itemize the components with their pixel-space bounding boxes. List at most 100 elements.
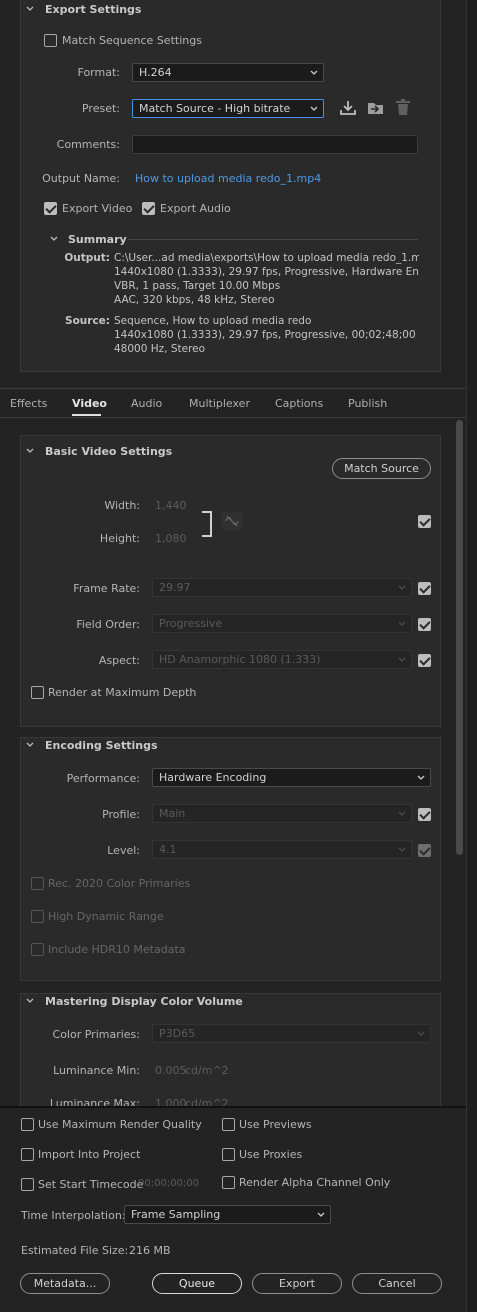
level-checkbox[interactable] <box>418 844 431 857</box>
tab-audio[interactable]: Audio <box>131 397 162 410</box>
color-primaries-value: P3D65 <box>159 1027 196 1040</box>
format-value: H.264 <box>139 66 172 79</box>
import-preset-icon[interactable] <box>366 100 386 119</box>
render-alpha-checkbox[interactable] <box>222 1176 235 1189</box>
format-dropdown[interactable]: H.264 <box>132 63 324 82</box>
match-sequence-label: Match Sequence Settings <box>62 34 202 47</box>
hdr10-checkbox[interactable] <box>31 943 44 956</box>
luminance-min-value[interactable]: 0.005 <box>155 1064 187 1077</box>
chevron-down-icon[interactable] <box>26 5 34 13</box>
summary-title: Summary <box>68 233 127 246</box>
level-dropdown[interactable]: 4.1 <box>152 840 412 859</box>
frame-rate-checkbox[interactable] <box>418 582 431 595</box>
tab-captions[interactable]: Captions <box>275 397 323 410</box>
time-interp-dropdown[interactable]: Frame Sampling <box>124 1205 331 1224</box>
chevron-down-icon[interactable] <box>50 235 58 243</box>
tab-effects[interactable]: Effects <box>10 397 47 410</box>
hdr10-label: Include HDR10 Metadata <box>48 943 186 956</box>
basic-video-title: Basic Video Settings <box>45 445 173 458</box>
aspect-value: HD Anamorphic 1080 (1.333) <box>159 653 321 666</box>
start-timecode-value[interactable]: 00;00;00;00 <box>138 1178 199 1189</box>
chevron-down-icon <box>398 657 406 664</box>
save-preset-icon[interactable] <box>339 100 357 119</box>
tab-multiplexer[interactable]: Multiplexer <box>189 397 250 410</box>
chevron-down-icon <box>317 1212 325 1219</box>
luminance-min-unit: cd/m^2 <box>185 1064 229 1077</box>
set-start-timecode-checkbox[interactable] <box>21 1178 34 1191</box>
export-settings-title: Export Settings <box>45 3 142 16</box>
use-previews-checkbox[interactable] <box>222 1118 235 1131</box>
summary-source-line: 48000 Hz, Stereo <box>114 343 206 355</box>
export-video-checkbox[interactable] <box>44 202 57 215</box>
chevron-down-icon <box>398 621 406 628</box>
summary-output-line: AAC, 320 kbps, 48 kHz, Stereo <box>114 294 275 306</box>
hdr-checkbox[interactable] <box>31 910 44 923</box>
comments-field[interactable] <box>132 135 418 154</box>
right-edge-strip <box>466 0 477 1312</box>
use-proxies-checkbox[interactable] <box>222 1148 235 1161</box>
preset-label: Preset: <box>81 102 120 115</box>
aspect-checkbox[interactable] <box>418 654 431 667</box>
output-name-label: Output Name: <box>42 172 120 185</box>
preset-dropdown[interactable]: Match Source - High bitrate <box>132 99 324 118</box>
frame-rate-dropdown[interactable]: 29.97 <box>152 578 412 597</box>
time-interp-label: Time Interpolation: <box>21 1209 126 1222</box>
use-max-render-label: Use Maximum Render Quality <box>38 1118 202 1131</box>
hdr-label: High Dynamic Range <box>48 910 164 923</box>
performance-dropdown[interactable]: Hardware Encoding <box>152 768 431 787</box>
dimension-link-bracket <box>202 511 212 537</box>
tab-video[interactable]: Video <box>72 397 107 410</box>
field-order-checkbox[interactable] <box>418 618 431 631</box>
est-size-value: 216 MB <box>129 1244 171 1257</box>
summary-divider <box>128 239 418 240</box>
profile-checkbox[interactable] <box>418 808 431 821</box>
match-source-button[interactable]: Match Source <box>332 458 431 479</box>
aspect-dropdown[interactable]: HD Anamorphic 1080 (1.333) <box>152 650 412 669</box>
color-primaries-dropdown[interactable]: P3D65 <box>152 1024 431 1043</box>
unlink-icon[interactable] <box>222 512 242 533</box>
set-start-timecode-label: Set Start Timecode <box>38 1178 144 1191</box>
chevron-down-icon[interactable] <box>26 447 34 455</box>
match-sequence-checkbox[interactable] <box>44 34 57 47</box>
aspect-label: Aspect: <box>98 654 140 667</box>
est-size-label: Estimated File Size: <box>21 1244 129 1257</box>
performance-value: Hardware Encoding <box>159 771 267 784</box>
width-height-checkbox[interactable] <box>418 515 431 528</box>
mastering-title: Mastering Display Color Volume <box>45 995 243 1008</box>
output-name-link[interactable]: How to upload media redo_1.mp4 <box>135 172 321 185</box>
chevron-down-icon[interactable] <box>26 997 34 1005</box>
tab-video-underline <box>72 414 101 416</box>
chevron-down-icon <box>417 1031 425 1038</box>
delete-preset-icon[interactable] <box>395 99 411 119</box>
chevron-down-icon <box>398 847 406 854</box>
metadata-button[interactable]: Metadata... <box>20 1273 110 1294</box>
render-max-depth-checkbox[interactable] <box>31 686 44 699</box>
level-value: 4.1 <box>159 843 177 856</box>
width-value[interactable]: 1,440 <box>155 499 187 512</box>
chevron-down-icon[interactable] <box>26 741 34 749</box>
mastering-panel <box>20 993 441 1113</box>
scrollbar-thumb[interactable] <box>456 420 463 855</box>
chevron-down-icon <box>398 585 406 592</box>
export-video-label: Export Video <box>62 202 133 215</box>
frame-rate-value: 29.97 <box>159 581 191 594</box>
queue-button[interactable]: Queue <box>152 1273 242 1294</box>
summary-source-line: Sequence, How to upload media redo <box>114 315 312 327</box>
export-button[interactable]: Export <box>252 1273 342 1294</box>
width-label: Width: <box>104 499 140 512</box>
export-audio-checkbox[interactable] <box>142 202 155 215</box>
use-max-render-checkbox[interactable] <box>21 1118 34 1131</box>
time-interp-value: Frame Sampling <box>131 1208 221 1221</box>
profile-label: Profile: <box>102 808 140 821</box>
chevron-down-icon <box>398 811 406 818</box>
summary-output-line: 1440x1080 (1.3333), 29.97 fps, Progressi… <box>114 266 419 278</box>
rec2020-checkbox[interactable] <box>31 877 44 890</box>
field-order-label: Field Order: <box>76 618 140 631</box>
height-value[interactable]: 1,080 <box>155 532 187 545</box>
chevron-down-icon <box>417 775 425 782</box>
import-into-project-checkbox[interactable] <box>21 1148 34 1161</box>
profile-dropdown[interactable]: Main <box>152 804 412 823</box>
tab-publish[interactable]: Publish <box>348 397 387 410</box>
field-order-dropdown[interactable]: Progressive <box>152 614 412 633</box>
cancel-button[interactable]: Cancel <box>352 1273 442 1294</box>
